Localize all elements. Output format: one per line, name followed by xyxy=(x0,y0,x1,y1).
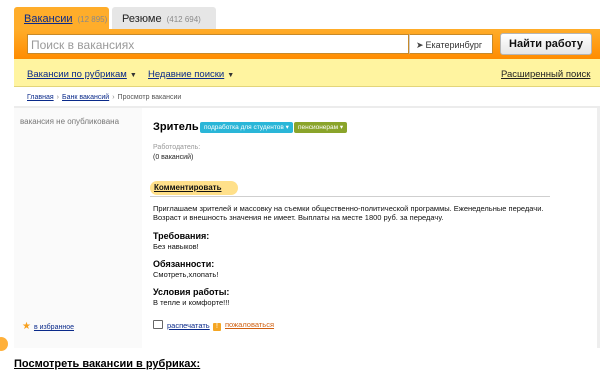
print-label: распечатать xyxy=(167,321,210,330)
complain-label: пожаловаться xyxy=(225,320,275,329)
tag-pensioners-label: пенсионерам xyxy=(298,124,339,131)
comment-button[interactable]: Комментировать xyxy=(150,181,238,195)
chevron-down-icon: ▼ xyxy=(129,72,137,79)
tag-pensioners[interactable]: пенсионерам ▾ xyxy=(294,122,348,133)
employer-value: (0 вакансий) xyxy=(153,154,194,161)
find-job-button[interactable]: Найти работу xyxy=(500,33,592,55)
tab-vacancies[interactable]: Вакансии (12 895) xyxy=(14,7,109,29)
employer-label: Работодатель: xyxy=(153,144,201,151)
city-name: Екатеринбург xyxy=(425,40,483,50)
nav-rubrics-link[interactable]: Вакансии по рубрикам ▼ xyxy=(27,69,137,80)
tab-vacancies-label: Вакансии xyxy=(24,13,73,25)
duties-title: Обязанности: xyxy=(153,259,215,269)
tag-students[interactable]: подработка для студентов ▾ xyxy=(200,122,293,133)
side-tab-marker xyxy=(0,337,8,351)
duties-text: Смотреть,хлопать! xyxy=(153,270,219,279)
add-to-favorites-link[interactable]: ★ в избранное xyxy=(22,321,74,332)
advanced-search-link[interactable]: Расширенный поиск xyxy=(501,69,590,80)
complain-link[interactable]: ! пожаловаться xyxy=(213,320,274,331)
chevron-down-icon: ▼ xyxy=(227,72,235,79)
tab-resumes[interactable]: Резюме (412 694) xyxy=(112,7,216,29)
vacancy-title: Зритель xyxy=(153,121,199,133)
nav-recent-label: Недавние поиски xyxy=(148,69,225,80)
breadcrumb-home[interactable]: Главная xyxy=(27,94,54,101)
section-divider xyxy=(150,196,550,197)
conditions-text: В тепле и комфорте!!! xyxy=(153,298,230,307)
favorite-label: в избранное xyxy=(33,324,74,331)
tag-students-label: подработка для студентов xyxy=(204,124,284,131)
conditions-title: Условия работы: xyxy=(153,287,230,297)
nav-rubrics-label: Вакансии по рубрикам xyxy=(27,69,127,80)
breadcrumb-bank[interactable]: Банк вакансий xyxy=(62,94,109,101)
warning-icon: ! xyxy=(213,323,221,331)
breadcrumb-separator: › xyxy=(56,94,59,101)
requirements-text: Без навыков! xyxy=(153,242,199,251)
left-column xyxy=(14,108,142,348)
breadcrumb: Главная › Банк вакансий › Просмотр вакансии xyxy=(27,94,181,101)
breadcrumb-separator: › xyxy=(112,94,115,101)
city-selector[interactable]: ➤ Екатеринбург xyxy=(409,34,493,54)
tab-resumes-count: (412 694) xyxy=(166,15,201,24)
rubrics-heading: Посмотреть вакансии в рубриках: xyxy=(14,358,201,370)
print-link[interactable]: распечатать xyxy=(153,320,210,330)
nav-recent-link[interactable]: Недавние поиски ▼ xyxy=(148,69,234,80)
comment-label: Комментировать xyxy=(154,183,222,192)
requirements-title: Требования: xyxy=(153,231,210,241)
vacancy-description: Приглашаем зрителей и массовку на съемки… xyxy=(153,204,544,222)
star-icon: ★ xyxy=(22,321,31,332)
tab-vacancies-count: (12 895) xyxy=(77,15,108,24)
printer-icon xyxy=(153,320,163,329)
breadcrumb-current: Просмотр вакансии xyxy=(117,94,182,101)
location-arrow-icon: ➤ xyxy=(416,40,424,50)
search-input[interactable]: Поиск в вакансиях xyxy=(27,34,409,54)
publish-status: вакансия не опубликована xyxy=(20,117,120,126)
tab-resumes-label: Резюме xyxy=(122,13,162,25)
